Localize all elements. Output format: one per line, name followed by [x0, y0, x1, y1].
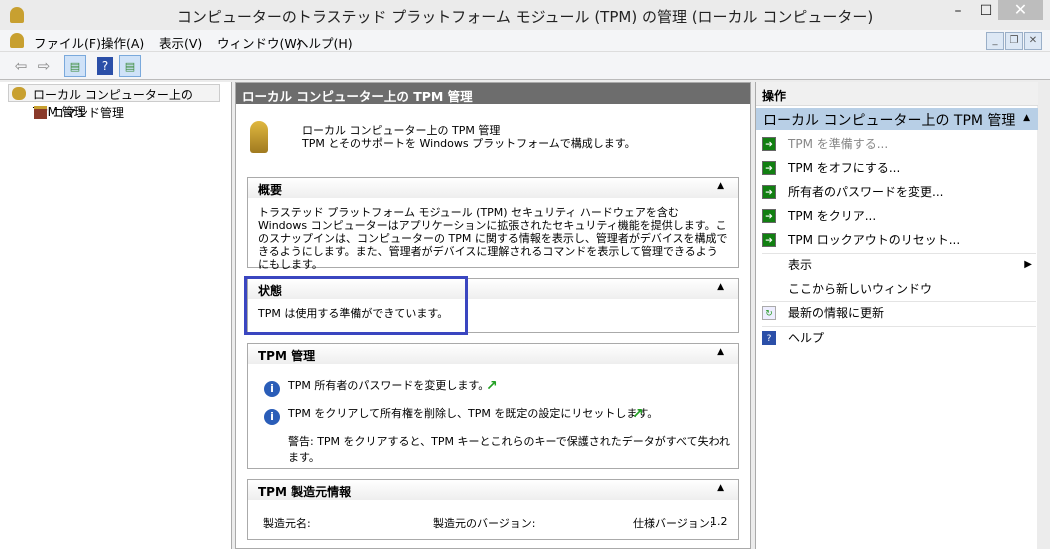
main-pane: ローカル コンピューター上の TPM 管理 ローカル コンピューター上の TPM… [235, 82, 751, 549]
actions-group-title: ローカル コンピューター上の TPM 管理 [763, 113, 1016, 129]
action-arrow-icon: ➔ [762, 233, 776, 247]
submenu-arrow-icon: ▶ [1024, 259, 1032, 270]
tpm-management-section: TPM 管理 ▲ i TPM 所有者のパスワードを変更します。 ↗ i TPM を… [247, 343, 739, 469]
manufacturer-version-label: 製造元のバージョン: [433, 517, 536, 530]
clear-tpm-link-arrow-icon[interactable]: ↗ [632, 406, 644, 422]
action-arrow-icon: ➔ [762, 185, 776, 199]
tree-pane: ローカル コンピューター上の TPM 管理 コマンド管理 [0, 82, 232, 549]
action-help[interactable]: ? ヘルプ [762, 326, 1036, 350]
section-title: TPM 管理 [258, 349, 316, 363]
menu-help[interactable]: ヘルプ(H) [296, 33, 353, 52]
refresh-icon: ↻ [762, 306, 776, 320]
change-password-link-arrow-icon[interactable]: ↗ [486, 378, 498, 394]
status-highlight-box [244, 276, 468, 335]
collapse-icon[interactable]: ▲ [717, 483, 724, 493]
collapse-icon[interactable]: ▲ [717, 347, 724, 357]
clear-tpm-text: TPM をクリアして所有権を削除し、TPM を既定の設定にリセットします。 [288, 407, 659, 420]
action-change-owner-password[interactable]: ➔ 所有者のパスワードを変更... [762, 180, 1036, 204]
app-menu-icon[interactable] [10, 33, 24, 48]
tpm-key-icon [12, 87, 26, 100]
help-icon[interactable]: ? [97, 57, 113, 75]
actions-group-header[interactable]: ローカル コンピューター上の TPM 管理 ▲ [756, 108, 1038, 130]
intro-title: ローカル コンピューター上の TPM 管理 [302, 124, 501, 137]
title-bar: コンピューターのトラステッド プラットフォーム モジュール (TPM) の管理 … [0, 0, 1050, 30]
spec-version-label: 仕様バージョン: [633, 517, 714, 530]
help-icon: ? [762, 331, 776, 345]
tpm-key-large-icon [250, 121, 268, 153]
section-title: TPM 製造元情報 [258, 485, 352, 499]
info-icon: i [264, 409, 280, 425]
mdi-minimize-button[interactable]: _ [986, 32, 1004, 50]
command-management-icon [34, 106, 47, 119]
intro-text: ローカル コンピューター上の TPM 管理 TPM とそのサポートを Windo… [302, 124, 636, 150]
manufacturer-name-label: 製造元名: [263, 517, 311, 530]
main-header: ローカル コンピューター上の TPM 管理 [236, 83, 750, 104]
mdi-close-button[interactable]: ✕ [1024, 32, 1042, 50]
menu-file[interactable]: ファイル(F) [34, 33, 101, 52]
clear-warning-text: 警告: TPM をクリアすると、TPM キーとこれらのキーで保護されたデータがす… [288, 435, 731, 464]
manufacturer-section: TPM 製造元情報 ▲ 製造元名: 製造元のバージョン: 仕様バージョン: 1.2 [247, 479, 739, 540]
overview-header[interactable]: 概要 ▲ [248, 178, 738, 198]
manufacturer-header[interactable]: TPM 製造元情報 ▲ [248, 480, 738, 500]
action-clear-tpm[interactable]: ➔ TPM をクリア... [762, 204, 1036, 228]
tree-item-tpm-root[interactable]: ローカル コンピューター上の TPM 管理 [8, 84, 220, 119]
info-icon: i [264, 381, 280, 397]
collapse-icon[interactable]: ▲ [717, 181, 724, 191]
show-hide-action-pane-icon[interactable]: ▤ [119, 55, 141, 77]
action-arrow-icon: ➔ [762, 161, 776, 175]
menu-window[interactable]: ウィンドウ(W) [217, 33, 302, 52]
actions-header: 操作 [756, 82, 1038, 106]
management-header[interactable]: TPM 管理 ▲ [248, 344, 738, 364]
close-button[interactable]: ✕ [998, 0, 1043, 20]
action-view[interactable]: 表示 ▶ [762, 253, 1036, 277]
menu-view[interactable]: 表示(V) [159, 33, 202, 52]
action-reset-lockout[interactable]: ➔ TPM ロックアウトのリセット... [762, 228, 1036, 252]
collapse-icon[interactable]: ▲ [717, 282, 724, 292]
collapse-icon[interactable]: ▲ [1023, 113, 1030, 123]
change-password-text: TPM 所有者のパスワードを変更します。 [288, 379, 490, 392]
menu-bar: ファイル(F) 操作(A) 表示(V) ウィンドウ(W) ヘルプ(H) [0, 30, 1050, 52]
actions-pane: 操作 ローカル コンピューター上の TPM 管理 ▲ ➔ TPM を準備する... … [755, 82, 1038, 549]
intro-description: TPM とそのサポートを Windows プラットフォームで構成します。 [302, 137, 636, 150]
section-title: 概要 [258, 183, 283, 197]
action-refresh[interactable]: ↻ 最新の情報に更新 [762, 301, 1036, 325]
spec-version-value: 1.2 [710, 515, 728, 528]
toolbar [0, 52, 1050, 80]
overview-text: トラステッド プラットフォーム モジュール (TPM) セキュリティ ハードウェ… [258, 206, 728, 271]
action-prepare-tpm[interactable]: ➔ TPM を準備する... [762, 132, 1036, 156]
overview-section: 概要 ▲ トラステッド プラットフォーム モジュール (TPM) セキュリティ ハ… [247, 177, 739, 271]
back-arrow-icon[interactable]: ⇦ [10, 55, 32, 77]
action-turn-off-tpm[interactable]: ➔ TPM をオフにする... [762, 156, 1036, 180]
action-arrow-icon: ➔ [762, 209, 776, 223]
mdi-restore-button[interactable]: ❐ [1005, 32, 1023, 50]
menu-action[interactable]: 操作(A) [101, 33, 144, 52]
tree-item-label: コマンド管理 [52, 106, 125, 120]
forward-arrow-icon[interactable]: ⇨ [33, 55, 55, 77]
action-arrow-icon: ➔ [762, 137, 776, 151]
window-title: コンピューターのトラステッド プラットフォーム モジュール (TPM) の管理 … [176, 8, 874, 26]
show-hide-tree-icon[interactable]: ▤ [64, 55, 86, 77]
action-new-window[interactable]: ここから新しいウィンドウ [762, 277, 1036, 301]
